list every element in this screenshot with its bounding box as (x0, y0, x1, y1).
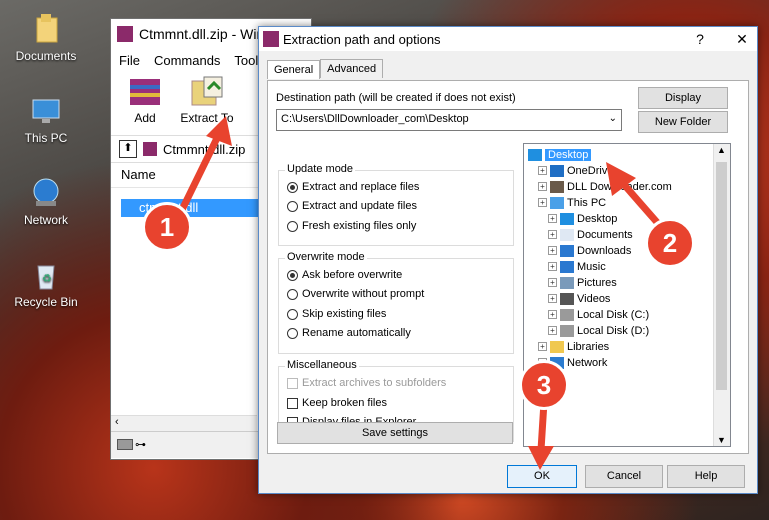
arrow-1 (174, 116, 232, 220)
arrow-2 (606, 162, 665, 231)
step-2-badge: 2 (645, 218, 695, 268)
step-3-badge: 3 (519, 360, 569, 410)
step-1-badge: 1 (142, 202, 192, 252)
arrow-3 (528, 401, 554, 470)
